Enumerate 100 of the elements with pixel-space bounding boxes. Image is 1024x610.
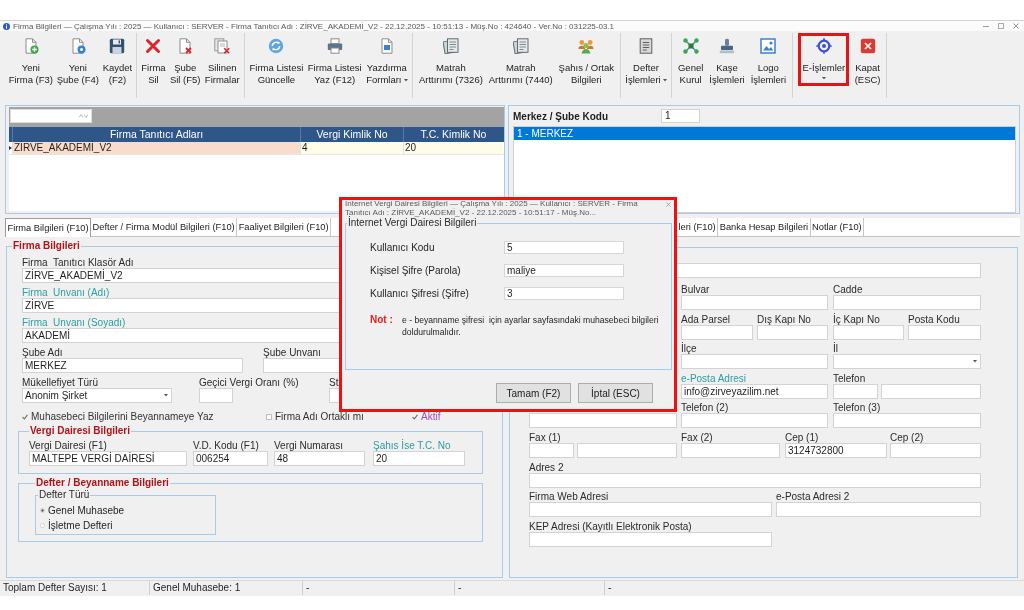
radio-icon[interactable]	[40, 508, 45, 513]
group-title: Defter Türü	[38, 489, 91, 501]
select-field[interactable]: Anonim Şirket	[22, 388, 172, 403]
spin-field[interactable]	[10, 109, 92, 123]
field-label: Kullanıcı Şifresi (Şifre)	[370, 288, 469, 299]
toolbar-button[interactable]: Yazdırma Formları	[366, 33, 408, 92]
stamp-icon	[719, 38, 735, 54]
text-field[interactable]	[833, 295, 981, 310]
toolbar-button[interactable]: Firma Sil	[141, 33, 166, 92]
toolbar-button[interactable]: Kaşe İşlemleri	[709, 33, 745, 92]
field-label: St	[329, 378, 339, 388]
toolbar-button[interactable]: Logo İşlemleri	[750, 33, 786, 92]
text-field[interactable]: 20	[373, 451, 465, 466]
text-field[interactable]	[577, 442, 677, 458]
toolbar-button[interactable]: Silinen Firmalar	[204, 33, 240, 92]
text-field[interactable]: MALTEPE VERGİ DAİRESİ	[29, 451, 187, 466]
text-field[interactable]: MERKEZ	[22, 358, 243, 373]
dialog-button[interactable]: Tamam (F2)	[496, 383, 571, 403]
radio-label[interactable]: Genel Muhasebe	[48, 505, 125, 516]
field-label: Dış Kapı No	[757, 314, 811, 325]
text-field[interactable]	[776, 502, 981, 518]
field-label: KEP Adresi (Kayıtlı Elektronik Posta)	[529, 521, 692, 532]
text-field[interactable]: 3	[504, 287, 624, 300]
spin-arrows-icon[interactable]	[79, 114, 88, 118]
toolbar-button[interactable]: Kaydet (F2)	[102, 33, 133, 92]
toolbar-button[interactable]: Matrah Arttırımı (7440)	[488, 33, 553, 92]
minimize-icon[interactable]	[983, 25, 989, 27]
maximize-icon[interactable]	[998, 23, 1004, 29]
checkbox-icon[interactable]	[22, 413, 28, 420]
toolbar-button[interactable]: Şahıs / Ortak Bilgileri	[558, 33, 615, 92]
tab[interactable]: Banka Hesap Bilgileri	[718, 218, 811, 236]
text-field[interactable]: 006254	[193, 451, 268, 466]
list-item[interactable]: 1 - MERKEZ	[514, 127, 1015, 140]
tab[interactable]: Faaliyet Bilgileri (F10)	[237, 218, 332, 236]
dialog-title: İnternet Vergi Dairesi Bilgileri — Çalışma Yılı : 2025 — Kullanıcı : SERVER - Firma Tanıtıcı Adı : ZİRVE_AKADEMİ_V2 - 22.12.2025 - 10:51:17 - Müş.No...	[345, 200, 639, 217]
text-field[interactable]	[681, 295, 828, 310]
status-text: Genel Muhasebe: 1	[153, 582, 241, 593]
checkbox-icon[interactable]	[266, 413, 272, 420]
text-field[interactable]	[199, 388, 233, 403]
text-field[interactable]	[529, 502, 772, 518]
toolbar-button[interactable]: Firma Listesi Güncelle	[249, 33, 304, 92]
text-field[interactable]: info@zirveyazilim.net	[681, 383, 828, 399]
field-label: İlçe	[681, 344, 697, 355]
toolbar-button[interactable]: Genel Kurul	[677, 33, 704, 92]
toolbar-button[interactable]: Kapat (ESC)	[854, 33, 881, 92]
toolbar-button[interactable]: Yeni Şube (F4)	[56, 33, 99, 92]
tab[interactable]: Defter / Firma Modül Bilgileri (F10)	[91, 218, 238, 236]
radio-label[interactable]: İşletme Defteri	[48, 520, 113, 531]
field-label: Telefon	[833, 373, 866, 384]
document-plus-icon	[22, 38, 39, 54]
text-field[interactable]: maliye	[504, 264, 624, 277]
close-icon	[859, 38, 876, 54]
close-icon[interactable]	[1013, 23, 1019, 29]
text-field[interactable]: 3124732800	[785, 442, 887, 458]
tab[interactable]: Notlar (F10)	[810, 218, 865, 236]
text-field[interactable]: 1	[661, 109, 700, 123]
status-text: -	[458, 582, 462, 593]
text-field[interactable]: 5	[504, 241, 624, 254]
checkbox-label[interactable]: Aktif	[421, 411, 441, 422]
toolbar-button[interactable]: Matrah Arttırımı (7326)	[418, 33, 483, 92]
field-label: Vergi Numarası	[274, 441, 343, 451]
text-field[interactable]	[833, 383, 878, 399]
tab[interactable]: Firma Bilgileri (F10)	[5, 218, 92, 237]
radio-icon[interactable]	[40, 523, 45, 528]
text-field[interactable]	[681, 442, 780, 458]
text-field[interactable]	[833, 413, 981, 429]
text-field[interactable]	[908, 324, 981, 340]
text-field[interactable]	[529, 531, 772, 547]
text-field[interactable]	[529, 472, 981, 488]
text-field[interactable]	[757, 324, 828, 340]
checkbox-label[interactable]: Muhasebeci Bilgilerini Beyannameye Yaz	[31, 411, 214, 422]
status-text: -	[306, 582, 310, 593]
select-field[interactable]	[833, 354, 981, 370]
delete-icon	[145, 38, 162, 54]
field-label: Firma Tanıtıcı Klasör Adı	[22, 258, 134, 268]
refresh-icon	[268, 38, 285, 54]
field-label: Mükellefiyet Türü	[22, 378, 98, 388]
toolbar-button[interactable]: E-İşlemler	[798, 33, 850, 86]
close-icon[interactable]	[666, 202, 671, 207]
toolbar-button[interactable]: Şube Sil (F5)	[169, 33, 201, 92]
text-field[interactable]: 48	[274, 451, 365, 466]
text-field[interactable]	[833, 324, 904, 340]
document-lines-icon	[638, 38, 654, 54]
toolbar-button[interactable]: Defter İşlemleri	[625, 33, 667, 92]
tab[interactable]: leri (F10)	[677, 218, 719, 236]
checkbox-label[interactable]: Firma Adı Ortaklı mı	[275, 411, 364, 422]
field-label: Kullanıcı Kodu	[370, 242, 435, 253]
text-field[interactable]	[681, 324, 753, 340]
toolbar-button[interactable]: Yeni Firma (F3)	[8, 33, 54, 92]
text-field[interactable]	[529, 442, 574, 458]
dialog-button[interactable]: İptal (ESC)	[578, 383, 653, 403]
toolbar-button[interactable]: Firma Listesi Yaz (F12)	[307, 33, 362, 92]
text-field[interactable]	[681, 354, 828, 370]
save-icon	[109, 38, 126, 54]
checkbox-icon[interactable]	[412, 413, 418, 420]
field-label: Cadde	[833, 285, 863, 295]
text-field[interactable]	[529, 413, 677, 429]
text-field[interactable]	[681, 413, 828, 429]
text-field[interactable]	[881, 383, 981, 399]
text-field[interactable]	[890, 442, 981, 458]
